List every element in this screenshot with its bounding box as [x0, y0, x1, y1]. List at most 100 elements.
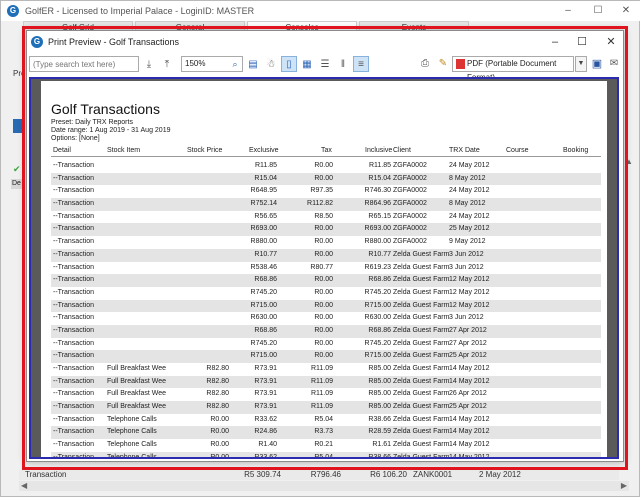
- report-row: --Transaction R68.86 R0.00 R68.86 Zelda Gues…: [51, 274, 601, 287]
- continuous-view-icon[interactable]: ≡: [353, 56, 369, 72]
- cell-detail: --Transaction: [53, 403, 94, 411]
- cell-detail: --Transaction: [53, 377, 94, 385]
- dialog-app-icon: G: [31, 36, 43, 48]
- cell-exclusive: R33.62: [233, 452, 277, 457]
- cell-tax: R0.00: [314, 225, 333, 233]
- export-format-select[interactable]: PDF (Portable Document Format): [452, 56, 574, 82]
- cell-stock-price: R0.00: [210, 428, 229, 436]
- cell-inclusive: R11.85: [368, 162, 391, 169]
- preview-canvas[interactable]: Golf Transactions Preset: Daily TRX Repo…: [29, 77, 619, 459]
- cell-tax: R0.00: [314, 162, 333, 169]
- find-previous-icon[interactable]: ⤒: [159, 56, 175, 72]
- printer-setup-icon[interactable]: ✎: [435, 56, 451, 72]
- scroll-left-icon[interactable]: ◀: [19, 481, 27, 490]
- find-next-icon[interactable]: ⤓: [141, 56, 157, 72]
- cell-trx-date: 14 May 2012: [449, 441, 490, 449]
- pdf-icon: [456, 59, 465, 69]
- cell-client: Zelda Guest Farm: [393, 365, 450, 372]
- zoom-field[interactable]: 150% ⌕: [181, 56, 243, 72]
- cell-inclusive: R715.00: [364, 301, 391, 309]
- cell-trx-date: 12 May 2012: [449, 301, 490, 309]
- scroll-right-icon[interactable]: ▶: [621, 481, 629, 490]
- cell-trx-date: 24 May 2012: [449, 187, 490, 195]
- dialog-maximize-button[interactable]: ☐: [575, 35, 589, 49]
- cell-exclusive: R73.91: [254, 377, 277, 385]
- cell-detail: --Transaction: [53, 225, 94, 233]
- cell-trx-date: 14 May 2012: [449, 365, 490, 372]
- cell-detail: --Transaction: [53, 415, 94, 423]
- cell-detail: --Transaction: [53, 162, 94, 169]
- cell-inclusive: R746.30: [364, 187, 391, 195]
- zoom-search-icon[interactable]: ⌕: [228, 57, 242, 71]
- cell-exclusive: R648.95: [250, 187, 277, 195]
- cell-client: ZGFA0002: [393, 225, 427, 233]
- grid-cell-inclusive: R6 106.20: [370, 470, 407, 479]
- cell-inclusive: R85.00: [368, 390, 391, 398]
- cell-stock-item: Full Breakfast Wee: [107, 390, 167, 398]
- minimize-button[interactable]: –: [561, 4, 575, 18]
- cell-inclusive: R864.96: [364, 200, 391, 208]
- cell-detail: --Transaction: [53, 441, 94, 449]
- chevron-down-icon[interactable]: ▼: [575, 56, 587, 72]
- search-input[interactable]: [29, 56, 139, 72]
- cell-detail: --Transaction: [53, 250, 94, 258]
- single-page-icon[interactable]: ▯: [281, 56, 297, 72]
- scroll-up-icon[interactable]: ▲: [625, 157, 633, 166]
- cell-client: Zelda Guest Farm: [393, 452, 449, 457]
- page-setup-icon[interactable]: ▤: [245, 56, 261, 72]
- cell-tax: R11.09: [310, 377, 333, 385]
- column-header-stock-item: Stock Item: [107, 147, 141, 154]
- report-row: --Transaction R68.86 R0.00 R68.86 Zelda Gues…: [51, 324, 601, 338]
- cell-detail: --Transaction: [53, 339, 94, 347]
- cell-exclusive: R880.00: [250, 238, 277, 246]
- preview-toolbar: ⤓ ⤒ 150% ⌕ ▤ ☃ ▯ ▦ ☰ ‖ ≡ ⎙ ✎ PDF (Portab…: [27, 53, 623, 82]
- horizontal-scrollbar[interactable]: ◀ ▶: [19, 481, 629, 491]
- cell-trx-date: 3 Jun 2012: [449, 250, 484, 258]
- cell-trx-date: 3 Jun 2012: [449, 263, 484, 271]
- cell-tax: R11.09: [310, 403, 333, 411]
- cell-trx-date: 8 May 2012: [449, 174, 486, 182]
- multiple-pages-icon[interactable]: ▦: [299, 56, 315, 72]
- cell-client: Zelda Guest Farm: [393, 314, 450, 322]
- cell-client: Zelda Guest Farm: [393, 276, 450, 284]
- print-icon[interactable]: ⎙: [417, 56, 433, 72]
- cell-trx-date: 12 May 2012: [449, 288, 490, 296]
- email-icon[interactable]: ✉: [607, 56, 621, 72]
- cell-detail: --Transaction: [53, 428, 94, 436]
- report-row: --Transaction R56.65 R8.50 R65.15 ZGFA0002 24…: [51, 211, 601, 224]
- cell-exclusive: R630.00: [250, 314, 277, 322]
- left-panel-button[interactable]: [13, 119, 25, 133]
- cell-inclusive: R85.00: [368, 365, 391, 372]
- cell-inclusive: R745.20: [364, 288, 391, 296]
- save-icon[interactable]: ▣: [590, 56, 604, 72]
- report-row: --Transaction R745.20 R0.00 R745.20 Zelda Gu…: [51, 287, 601, 300]
- report-row: --Transaction R11.85 R0.00 R11.85 ZGFA0002 24…: [51, 160, 601, 173]
- watermark-icon[interactable]: ☃: [263, 56, 279, 72]
- report-row: --Transaction R752.14 R112.82 R864.96 ZGFA00…: [51, 198, 601, 211]
- list-view-icon[interactable]: ☰: [317, 56, 333, 72]
- cell-exclusive: R73.91: [254, 403, 277, 411]
- maximize-button[interactable]: ☐: [591, 4, 605, 18]
- cell-trx-date: 26 Apr 2012: [449, 390, 487, 398]
- cell-trx-date: 8 May 2012: [449, 200, 486, 208]
- cell-tax: R5.04: [291, 452, 333, 457]
- cell-trx-date: 25 Apr 2012: [449, 352, 487, 360]
- dialog-close-button[interactable]: ✕: [604, 35, 618, 49]
- cell-detail: --Transaction: [53, 212, 94, 220]
- background-grid-row[interactable]: Transaction R5 309.74 R796.46 R6 106.20 …: [19, 470, 619, 480]
- cell-exclusive: R538.46: [250, 263, 277, 271]
- dialog-minimize-button[interactable]: –: [548, 35, 562, 49]
- cell-tax: R0.00: [314, 238, 333, 246]
- cell-inclusive: R693.00: [364, 225, 391, 233]
- cell-client: ZGFA0002: [393, 174, 427, 182]
- cell-exclusive: R11.85: [254, 162, 277, 169]
- cell-trx-date: 14 May 2012: [449, 377, 490, 385]
- close-button[interactable]: ✕: [619, 4, 633, 18]
- report-row: --Transaction Telephone Calls R0.00 R1.40 R0…: [51, 439, 601, 452]
- cell-trx-date: 25 May 2012: [449, 225, 490, 233]
- cell-client: Zelda Guest Farm: [393, 339, 450, 347]
- columns-view-icon[interactable]: ‖: [335, 56, 351, 72]
- cell-inclusive: R15.04: [368, 174, 391, 182]
- cell-client: Zelda Guest Farm: [393, 288, 450, 296]
- cell-detail: --Transaction: [53, 288, 94, 296]
